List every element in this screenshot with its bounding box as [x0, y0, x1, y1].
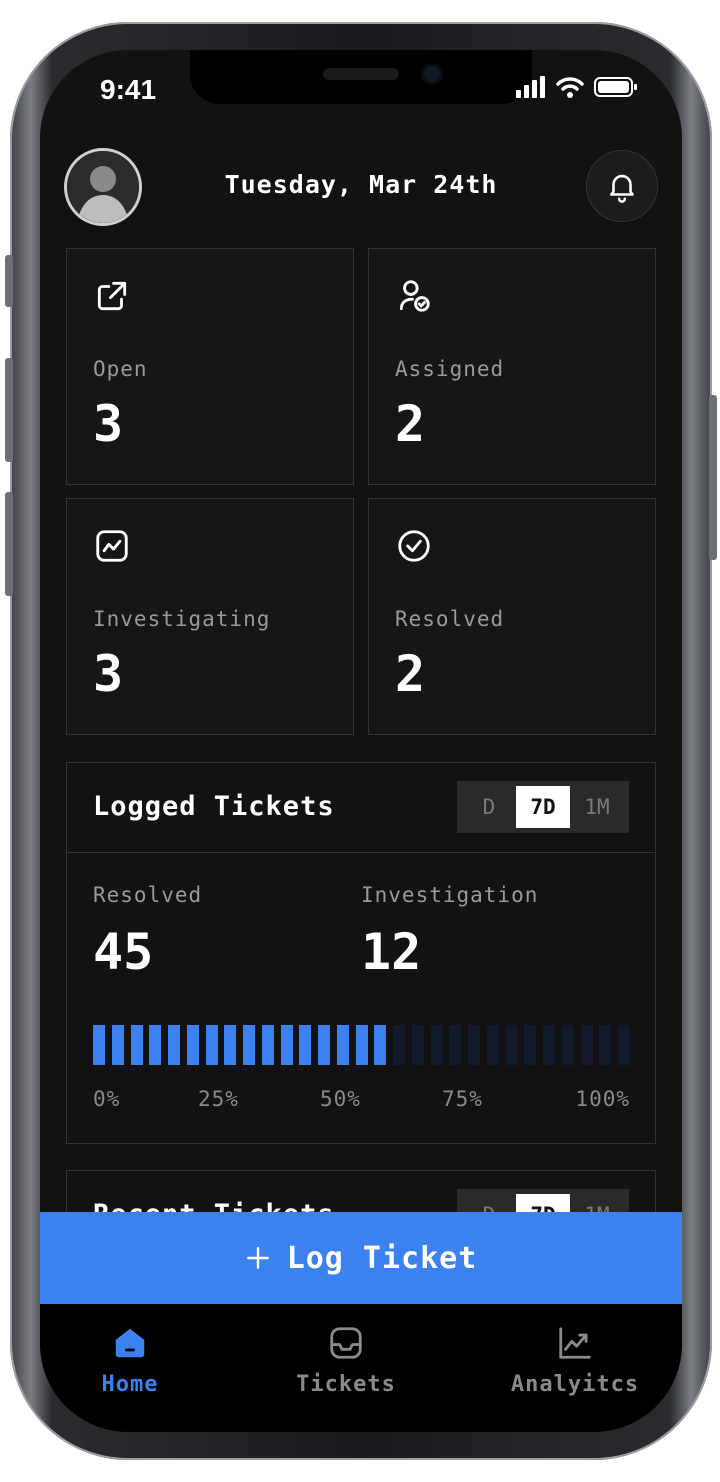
home-icon — [115, 1328, 145, 1358]
wifi-icon — [556, 77, 584, 98]
period-option-1m[interactable]: 1M — [570, 786, 624, 828]
progress-segment-filled — [168, 1025, 180, 1065]
power-button — [709, 395, 717, 560]
progress-segment-empty — [449, 1025, 462, 1065]
panel-title: Logged Tickets — [93, 791, 335, 822]
progress-segment-filled — [299, 1025, 312, 1065]
progress-segment-filled — [355, 1025, 368, 1065]
log-ticket-label: Log Ticket — [286, 1240, 478, 1276]
progress-segment-filled — [243, 1025, 255, 1065]
investigation-label: Investigation — [361, 883, 539, 907]
stat-label: Open — [93, 357, 148, 381]
progress-segment-filled — [318, 1025, 330, 1065]
mute-switch — [5, 255, 13, 307]
battery-icon — [594, 77, 637, 97]
stat-card-assigned[interactable]: Assigned 2 — [368, 248, 656, 485]
progress-segment-empty — [561, 1025, 574, 1065]
resolved-value: 45 — [93, 923, 154, 981]
progress-segment-empty — [468, 1025, 480, 1065]
progress-segment-filled — [93, 1025, 105, 1065]
progress-segment-filled — [149, 1025, 162, 1065]
progress-scale: 0% 25% 50% 75% 100% — [93, 1087, 630, 1115]
tab-tickets[interactable]: Tickets — [286, 1324, 406, 1397]
progress-segment-filled — [186, 1025, 199, 1065]
front-camera — [424, 66, 440, 82]
period-option-d[interactable]: D — [462, 786, 516, 828]
progress-segment-filled — [261, 1025, 274, 1065]
progress-segment-empty — [599, 1025, 612, 1065]
progress-segment-empty — [393, 1025, 405, 1065]
tab-label: Analyitcs — [510, 1372, 640, 1397]
stat-label: Resolved — [395, 607, 505, 631]
investigation-value: 12 — [361, 923, 422, 981]
log-ticket-button[interactable]: Log Ticket — [40, 1212, 682, 1304]
progress-segment-filled — [130, 1025, 143, 1065]
external-link-icon — [97, 281, 127, 311]
scale-tick: 100% — [575, 1087, 630, 1111]
progress-segment-empty — [580, 1025, 593, 1065]
notifications-button[interactable] — [586, 150, 658, 222]
stat-label: Assigned — [395, 357, 505, 381]
scale-tick: 50% — [320, 1087, 361, 1111]
tab-label: Tickets — [296, 1372, 396, 1397]
user-check-icon — [399, 280, 430, 312]
stat-label: Investigating — [93, 607, 271, 631]
header: Tuesday, Mar 24th — [64, 148, 658, 226]
current-date: Tuesday, Mar 24th — [224, 170, 498, 199]
panel-header: Logged Tickets D 7D 1M — [67, 763, 655, 853]
progress-segment-empty — [486, 1025, 499, 1065]
tab-analytics[interactable]: Analyitcs — [502, 1324, 648, 1397]
notch — [190, 50, 532, 104]
progress-segment-empty — [411, 1025, 424, 1065]
status-time: 9:41 — [100, 74, 157, 105]
logged-tickets-panel: Logged Tickets D 7D 1M Resolved 45 Inves… — [66, 762, 656, 1144]
app-screen: 9:41 Tuesday, Mar 24th Open 3 Assigned 2… — [40, 50, 682, 1432]
progress-segment-empty — [505, 1025, 518, 1065]
stat-value: 2 — [395, 645, 426, 703]
trend-chart-icon — [559, 1327, 591, 1359]
stat-value: 3 — [93, 645, 124, 703]
progress-segment-filled — [374, 1025, 387, 1065]
progress-segment-empty — [524, 1025, 537, 1065]
speaker — [323, 68, 399, 80]
progress-segment-empty — [618, 1025, 630, 1065]
volume-up-button — [5, 358, 13, 462]
progress-segment-filled — [111, 1025, 124, 1065]
check-circle-icon — [398, 530, 430, 562]
progress-segment-empty — [543, 1025, 555, 1065]
progress-bar — [93, 1025, 630, 1065]
volume-down-button — [5, 492, 13, 596]
period-selector: D 7D 1M — [457, 781, 629, 833]
scale-tick: 25% — [198, 1087, 239, 1111]
scale-tick: 75% — [442, 1087, 483, 1111]
tab-bar: Home Tickets Analyitcs — [40, 1304, 682, 1432]
scale-tick: 0% — [93, 1087, 121, 1111]
progress-segment-empty — [430, 1025, 443, 1065]
plus-icon — [246, 1247, 269, 1269]
stat-value: 2 — [395, 395, 426, 453]
stat-value: 3 — [93, 395, 124, 453]
period-option-7d[interactable]: 7D — [516, 786, 570, 828]
inbox-icon — [330, 1327, 362, 1359]
stat-card-open[interactable]: Open 3 — [66, 248, 354, 485]
tab-label: Home — [101, 1372, 159, 1397]
stat-card-investigating[interactable]: Investigating 3 — [66, 498, 354, 735]
resolved-label: Resolved — [93, 883, 203, 907]
progress-segment-filled — [336, 1025, 349, 1065]
progress-segment-filled — [205, 1025, 218, 1065]
progress-segment-filled — [224, 1025, 237, 1065]
tab-home[interactable]: Home — [80, 1324, 180, 1397]
status-icons — [516, 76, 638, 98]
bell-icon — [610, 174, 634, 203]
signal-icon — [516, 76, 545, 98]
progress-segment-filled — [280, 1025, 293, 1065]
stat-card-resolved[interactable]: Resolved 2 — [368, 498, 656, 735]
activity-chart-icon — [96, 530, 128, 562]
